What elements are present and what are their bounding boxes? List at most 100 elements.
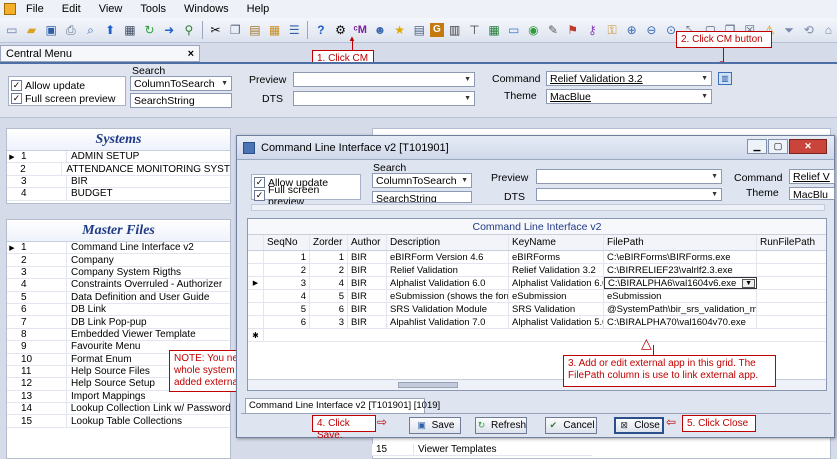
list-item[interactable]: ▶ 1 ADMIN SETUP xyxy=(7,151,230,164)
menu-help[interactable]: Help xyxy=(247,3,270,15)
help-icon[interactable]: ? xyxy=(312,21,330,39)
list-item[interactable]: 14 Lookup Collection Link w/ Password xyxy=(7,403,230,416)
list-item[interactable]: 6 DB Link xyxy=(7,303,230,317)
fullscreen-row[interactable]: ✓ Full screen preview xyxy=(254,184,358,208)
list-item[interactable]: ▶ 1 Command Line Interface v2 xyxy=(7,242,230,255)
table-row[interactable]: 4 5 BIR eSubmission (shows the form eSub… xyxy=(248,290,826,303)
list-item[interactable]: 3 BIR xyxy=(7,175,230,189)
users-icon[interactable]: ☻ xyxy=(371,21,389,39)
list-item[interactable]: 5 Data Definition and User Guide xyxy=(7,291,230,304)
brush-icon[interactable]: ✎ xyxy=(544,21,562,39)
list-item[interactable]: 15 Lookup Table Collections xyxy=(7,415,230,428)
table-row[interactable]: 2 2 BIR Relief Validation Relief Validat… xyxy=(248,264,826,277)
list-item[interactable]: 4 Constraints Overruled - Authorizer xyxy=(7,279,230,292)
list-item[interactable]: 4 BUDGET xyxy=(7,188,230,201)
dts-select[interactable]: ▼ xyxy=(536,188,722,201)
print-preview-icon[interactable]: ⎙ xyxy=(62,21,80,39)
paste-icon[interactable]: ▤ xyxy=(246,21,264,39)
document-icon[interactable]: ▤ xyxy=(410,21,428,39)
g-icon[interactable]: G xyxy=(430,23,444,37)
grid-icon[interactable]: ▦ xyxy=(266,21,284,39)
chevron-down-icon[interactable]: ▼ xyxy=(742,278,755,288)
theme-select[interactable]: MacBlu xyxy=(789,187,835,200)
cancel-button[interactable]: ✔ Cancel xyxy=(545,417,597,434)
fullscreen-checkbox[interactable]: ✓ xyxy=(254,190,265,201)
fullscreen-checkbox[interactable]: ✓ xyxy=(11,93,22,104)
theme-select[interactable]: MacBlue ▼ xyxy=(546,89,712,104)
zoom-out-icon[interactable]: ⊖ xyxy=(643,21,661,39)
chart-icon[interactable]: ▥ xyxy=(446,21,464,39)
list-item[interactable]: 7 DB Link Pop-pup xyxy=(7,316,230,329)
col-seqno[interactable]: SeqNo xyxy=(264,235,310,250)
search-icon[interactable]: ⚲ xyxy=(180,21,198,39)
filepath-editor[interactable]: C:\BIRALPHA6\val1604v6.exe ▼ xyxy=(604,277,757,289)
up-arrow-icon[interactable]: ⬆ xyxy=(101,21,119,39)
table-row-selected[interactable]: ▶ 3 4 BIR Alphalist Validation 6.0 Alpha… xyxy=(248,277,826,290)
list-item[interactable]: 2 Company xyxy=(7,254,230,267)
open-folder-icon[interactable]: ▰ xyxy=(23,21,41,39)
close-icon[interactable]: × xyxy=(188,48,194,60)
col-author[interactable]: Author xyxy=(348,235,387,250)
table-row-new[interactable]: ✱ xyxy=(248,329,826,342)
screen-icon[interactable]: ▭ xyxy=(505,21,523,39)
copy-icon[interactable]: ❐ xyxy=(226,21,244,39)
forward-icon[interactable]: ➜ xyxy=(160,21,178,39)
table-row[interactable]: 5 6 BIR SRS Validation Module SRS Valida… xyxy=(248,303,826,316)
reset-icon[interactable]: ⟲ xyxy=(800,21,818,39)
menu-file[interactable]: File xyxy=(26,3,44,15)
search-column-select[interactable]: ColumnToSearch ▼ xyxy=(372,173,472,188)
list-item[interactable]: 15 Viewer Templates xyxy=(372,444,592,457)
close-button[interactable]: ✕ xyxy=(789,139,827,154)
maximize-button[interactable]: ▢ xyxy=(768,139,788,154)
sign-icon[interactable]: ⊤ xyxy=(465,21,483,39)
find-icon[interactable]: ⌕ xyxy=(82,21,100,39)
scrollbar-thumb[interactable] xyxy=(398,382,458,388)
list-item[interactable]: 13 Import Mappings xyxy=(7,390,230,404)
star-icon[interactable]: ★ xyxy=(391,21,409,39)
preview-select[interactable]: ▼ xyxy=(536,169,722,184)
command-select[interactable]: Relief V xyxy=(789,169,835,184)
home-icon[interactable]: ⌂ xyxy=(820,21,837,39)
allow-update-checkbox[interactable]: ✓ xyxy=(11,80,22,91)
search-string-input[interactable]: SearchString xyxy=(130,93,232,108)
menu-tools[interactable]: Tools xyxy=(140,3,166,15)
save-button[interactable]: ▣ Save xyxy=(409,417,461,434)
excel-icon[interactable]: ▦ xyxy=(485,21,503,39)
search-string-input[interactable]: SearchString xyxy=(372,191,472,203)
new-icon[interactable]: ▭ xyxy=(3,21,21,39)
col-keyname[interactable]: KeyName xyxy=(509,235,604,250)
preview-select[interactable]: ▼ xyxy=(293,72,475,87)
list-item[interactable]: 2 ATTENDANCE MONITORING SYSTEM xyxy=(7,163,230,176)
menu-windows[interactable]: Windows xyxy=(184,3,229,15)
col-zorder[interactable]: Zorder xyxy=(310,235,348,250)
allow-update-row[interactable]: ✓ Allow update xyxy=(11,79,123,92)
database-icon[interactable]: ◉ xyxy=(525,21,543,39)
menu-edit[interactable]: Edit xyxy=(62,3,81,15)
close-dialog-button[interactable]: ⊠ Close xyxy=(614,417,664,434)
calendar-icon[interactable]: ▦ xyxy=(121,21,139,39)
command-select[interactable]: Relief Validation 3.2 ▼ xyxy=(546,71,712,86)
minimize-button[interactable]: ▁ xyxy=(747,139,767,154)
table-row[interactable]: 1 1 BIR eBIRForm Version 4.6 eBIRForms C… xyxy=(248,251,826,264)
dialog-tab[interactable]: Command Line Interface v2 [T101901] [101… xyxy=(245,398,440,413)
list-item[interactable]: 8 Embedded Viewer Template xyxy=(7,328,230,342)
fullscreen-row[interactable]: ✓ Full screen preview xyxy=(11,92,123,105)
col-runfilepath[interactable]: RunFilePath xyxy=(757,235,826,250)
dts-select[interactable]: ▼ xyxy=(293,91,475,106)
key-icon[interactable]: ⚷ xyxy=(584,21,602,39)
gear-icon[interactable]: ⚙ xyxy=(332,21,350,39)
menu-view[interactable]: View xyxy=(99,3,123,15)
col-description[interactable]: Description xyxy=(387,235,509,250)
allow-update-checkbox[interactable]: ✓ xyxy=(254,177,265,188)
col-filepath[interactable]: FilePath xyxy=(604,235,757,250)
table-row[interactable]: 6 3 BIR Alpahlist Validation 7.0 Alphali… xyxy=(248,316,826,329)
filter-icon[interactable]: ⏷ xyxy=(780,21,798,39)
zoom-in-icon[interactable]: ⊕ xyxy=(623,21,641,39)
save-icon[interactable]: ▣ xyxy=(42,21,60,39)
list-icon[interactable]: ☰ xyxy=(285,21,303,39)
search-column-select[interactable]: ColumnToSearch ▼ xyxy=(130,76,232,91)
cut-icon[interactable]: ✂ xyxy=(207,21,225,39)
flag-icon[interactable]: ⚑ xyxy=(564,21,582,39)
refresh-icon[interactable]: ↻ xyxy=(141,21,159,39)
lock-icon[interactable]: ⚿ xyxy=(603,21,621,39)
